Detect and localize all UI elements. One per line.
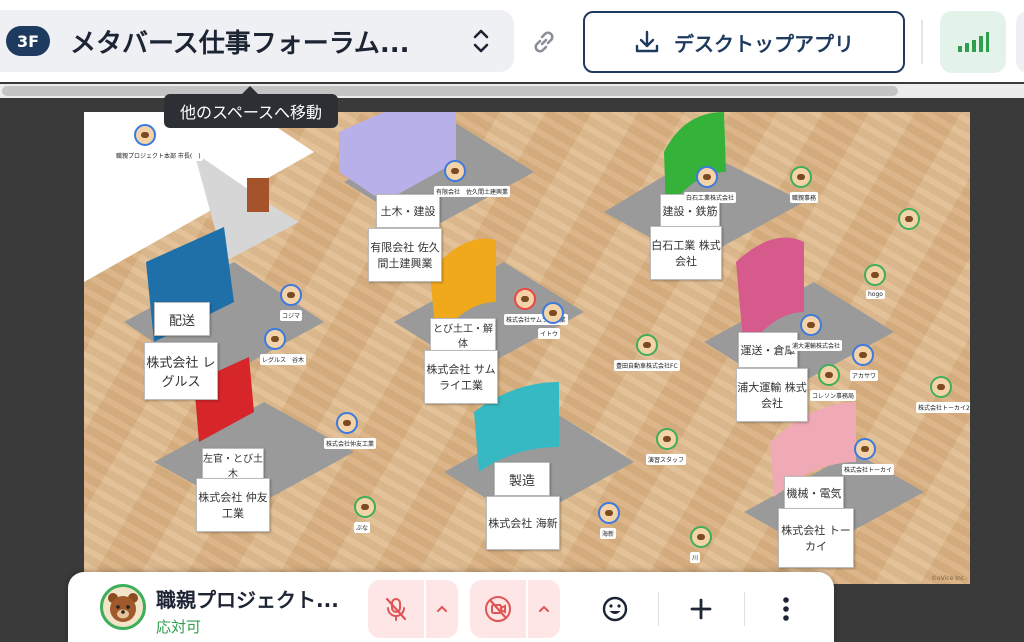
watermark: ©oVice Inc. (931, 575, 966, 582)
chevron-up-icon (539, 605, 549, 612)
booth-sign: 配送 (154, 302, 210, 336)
my-name: 職親プロジェクト... (156, 588, 339, 612)
download-icon (635, 30, 659, 53)
divider (921, 20, 923, 64)
user-avatar[interactable] (898, 208, 920, 230)
user-avatar[interactable] (134, 124, 156, 146)
space-name: メタバース仕事フォーラム... (70, 28, 410, 59)
user-avatar[interactable] (656, 428, 678, 450)
user-name-tag: 職親プロジェクト本部 市長( ) (114, 150, 203, 161)
desktop-app-button[interactable]: デスクトップアプリ (583, 11, 905, 73)
more-options-button[interactable] (764, 580, 808, 638)
user-name-tag: hogo (866, 290, 885, 299)
user-name-tag: 豊田自動車株式会社FC (614, 360, 680, 371)
bear-icon (108, 593, 138, 622)
user-avatar[interactable] (354, 496, 376, 518)
signal-icon (958, 32, 989, 52)
camera-options-button[interactable] (528, 580, 560, 638)
user-avatar[interactable] (690, 526, 712, 548)
user-avatar[interactable] (696, 166, 718, 188)
user-avatar[interactable] (598, 502, 620, 524)
user-name-tag: コジマ (280, 310, 303, 321)
booth-company: 株式会社 トーカイ (778, 508, 854, 568)
user-avatar[interactable] (514, 288, 536, 310)
user-name-tag: 白石工業株式会社 (684, 192, 737, 203)
user-avatar[interactable] (264, 328, 286, 350)
plus-icon (690, 598, 712, 620)
booth-company: 白石工業 株式会社 (650, 226, 722, 280)
user-name-tag: 海新 (600, 528, 617, 539)
booth-company: 株式会社 レグルス (144, 342, 218, 400)
copy-link-button[interactable] (524, 22, 564, 62)
user-name-tag: 株式会社トーカイ (842, 464, 895, 475)
mic-toggle-button[interactable] (368, 580, 424, 638)
user-avatar[interactable] (852, 344, 874, 366)
user-name-tag: 浦大運輸株式会社 (790, 340, 843, 351)
booth-company: 有限会社 佐久間土建興業 (368, 228, 442, 282)
chevron-up-icon (437, 605, 447, 612)
user-avatar[interactable] (800, 314, 822, 336)
floor-badge: 3F (6, 26, 50, 56)
chevron-updown-icon (473, 29, 489, 53)
booth-sign: 製造 (494, 462, 550, 496)
user-name-tag: 演習スタッフ (646, 454, 687, 465)
booth-sign: 左官・とび土木 (202, 448, 264, 482)
user-name-tag: アカサワ (850, 370, 879, 381)
user-avatar[interactable] (864, 264, 886, 286)
user-avatar[interactable] (444, 160, 466, 182)
link-icon (534, 31, 554, 53)
booth-sign: とび土工・解体 (430, 318, 496, 352)
overflow-button[interactable] (1016, 11, 1024, 73)
bottom-toolbar: 職親プロジェクト... 応対可 (68, 572, 834, 642)
mic-off-icon (385, 597, 407, 621)
user-avatar[interactable] (790, 166, 812, 188)
user-avatar[interactable] (818, 364, 840, 386)
top-bar: 3F メタバース仕事フォーラム... デスクトップアプリ (0, 0, 1024, 82)
add-button[interactable] (676, 580, 726, 638)
camera-off-icon (485, 596, 511, 622)
divider (658, 592, 659, 626)
my-status[interactable]: 応対可 (156, 616, 201, 637)
booth-company: 株式会社 仲友工業 (196, 478, 270, 532)
user-avatar[interactable] (542, 302, 564, 324)
booth-sign: 機械・電気 (784, 476, 844, 510)
user-name-tag: ぶな (354, 522, 371, 533)
smiley-icon (602, 596, 628, 622)
tooltip: 他のスペースへ移動 (164, 86, 338, 128)
user-name-tag: 職親事務 (790, 192, 819, 203)
user-name-tag: イトウ (538, 328, 561, 339)
podium (247, 178, 269, 212)
reaction-button[interactable] (590, 580, 640, 638)
more-vertical-icon (783, 597, 789, 621)
user-avatar[interactable] (930, 376, 952, 398)
virtual-space-map[interactable]: 配送 株式会社 レグルス 土木・建設 有限会社 佐久間土建興業 とび土工・解体 … (84, 112, 970, 584)
booth-company: 浦大運輸 株式会社 (736, 368, 808, 422)
space-selector[interactable]: 3F メタバース仕事フォーラム... (0, 10, 514, 72)
booth-sign: 運送・倉庫 (738, 332, 798, 368)
camera-toggle-button[interactable] (470, 580, 526, 638)
booth-company: 株式会社 海新 (486, 496, 560, 550)
user-name-tag: 有限会社 佐久間土建興業 (434, 186, 511, 197)
user-name-tag: レグルス 谷木 (260, 354, 307, 365)
user-name-tag: コレソン事務局 (810, 390, 857, 401)
connection-quality-button[interactable] (940, 11, 1006, 73)
divider (744, 592, 745, 626)
user-name-tag: 株式会社仲友工業 (324, 438, 377, 449)
user-avatar[interactable] (336, 412, 358, 434)
user-avatar[interactable] (854, 438, 876, 460)
my-avatar[interactable] (100, 584, 146, 630)
desktop-app-label: デスクトップアプリ (674, 31, 854, 56)
user-avatar[interactable] (280, 284, 302, 306)
mic-options-button[interactable] (426, 580, 458, 638)
booth-sign: 土木・建設 (376, 194, 440, 228)
user-name-tag: 株式会社トーカイ2 (916, 402, 970, 413)
user-avatar[interactable] (636, 334, 658, 356)
scrollbar-thumb[interactable] (2, 86, 898, 96)
user-name-tag: 川 (690, 552, 701, 563)
booth-company: 株式会社 サムライ工業 (424, 350, 498, 404)
